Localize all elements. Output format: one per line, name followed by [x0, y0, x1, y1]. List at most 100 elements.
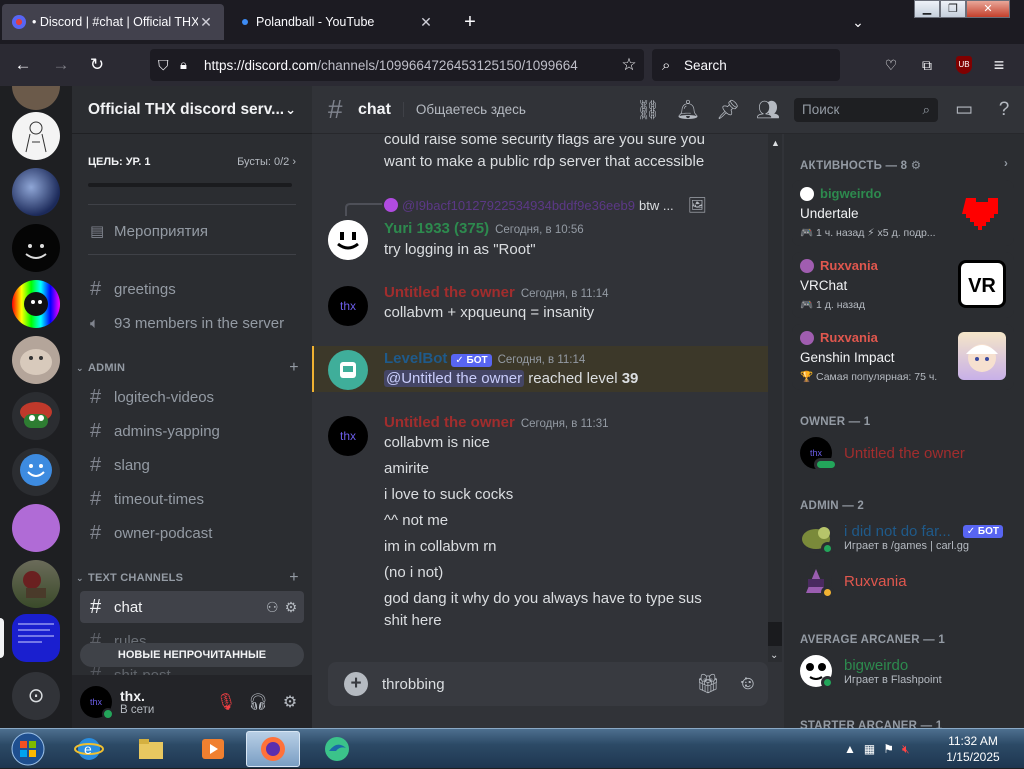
- show-hidden-icons-icon[interactable]: ▲: [844, 742, 856, 756]
- avatar[interactable]: thx: [328, 416, 368, 456]
- category-admin[interactable]: ⌄ ADMIN +: [76, 359, 304, 377]
- bookmark-star-icon[interactable]: ☆: [614, 55, 644, 75]
- message-composer[interactable]: + throbbing 🎁︎ ☺: [328, 662, 768, 706]
- close-tab-icon[interactable]: ✕: [418, 14, 434, 31]
- internet-explorer-icon[interactable]: e: [62, 731, 116, 767]
- channel-timeout-times[interactable]: # timeout-times: [80, 483, 304, 515]
- add-channel-icon[interactable]: +: [284, 359, 304, 377]
- server-icon[interactable]: [12, 504, 60, 552]
- server-icon[interactable]: [12, 86, 60, 110]
- lock-icon[interactable]: 🔒︎: [180, 57, 204, 73]
- pin-icon[interactable]: 📌︎: [708, 98, 748, 122]
- file-explorer-icon[interactable]: [124, 731, 178, 767]
- channel-owner-podcast[interactable]: # owner-podcast: [80, 517, 304, 549]
- list-all-tabs-button[interactable]: ⌄: [846, 10, 870, 34]
- help-icon[interactable]: ?: [984, 99, 1024, 121]
- author-name[interactable]: Untitled the owner: [384, 414, 515, 431]
- discover-icon[interactable]: ⊙: [12, 672, 60, 720]
- channel-slang[interactable]: # slang: [80, 449, 304, 481]
- chevron-right-icon[interactable]: ›: [1004, 158, 1008, 172]
- server-icon-current[interactable]: [12, 614, 60, 662]
- author-name[interactable]: Untitled the owner: [384, 284, 515, 301]
- headphones-icon[interactable]: 🎧︎: [246, 692, 270, 712]
- attach-plus-icon[interactable]: +: [344, 672, 368, 696]
- extensions-icon[interactable]: ⧉: [916, 54, 938, 76]
- user-info[interactable]: thx. В сети: [120, 688, 214, 716]
- activity-card[interactable]: bigweirdo Undertale 🎮 1 ч. назад ⚡ x5 д.…: [792, 180, 1014, 246]
- media-player-icon[interactable]: [186, 731, 240, 767]
- gift-icon[interactable]: 🎁︎: [688, 672, 728, 696]
- inbox-icon[interactable]: ▭: [944, 98, 984, 121]
- events-item[interactable]: ▤ Мероприятия: [80, 215, 304, 247]
- tracking-shield-icon[interactable]: ⛉: [158, 57, 180, 74]
- user-mention[interactable]: @Untitled the owner: [384, 370, 525, 387]
- reload-button[interactable]: ↻: [84, 53, 110, 77]
- channel-search-input[interactable]: Поиск ⌕: [794, 97, 938, 122]
- edge-icon[interactable]: [310, 731, 364, 767]
- web-search-input[interactable]: ⌕ Search: [652, 49, 840, 81]
- category-text-channels[interactable]: ⌄ TEXT CHANNELS +: [76, 569, 304, 587]
- scrollbar-thumb[interactable]: [768, 622, 782, 646]
- activity-header[interactable]: АКТИВНОСТЬ — 8 ⚙ ›: [800, 158, 1008, 172]
- channel-greetings[interactable]: # greetings: [80, 273, 304, 305]
- author-name[interactable]: LevelBot: [384, 350, 447, 367]
- member-item[interactable]: thx Untitled the owner: [792, 432, 1016, 474]
- voice-channel-members[interactable]: 🔈︎ 93 members in the server: [80, 307, 304, 339]
- activity-card[interactable]: Ruxvania VRChat 🎮 1 д. назад VR: [792, 252, 1014, 318]
- scroll-down-icon[interactable]: ⌄: [770, 650, 778, 661]
- avatar[interactable]: thx: [80, 685, 114, 720]
- ublock-icon[interactable]: UB: [956, 56, 972, 74]
- taskbar-clock[interactable]: 11:32 AM 1/15/2025: [940, 733, 1006, 765]
- new-tab-button[interactable]: +: [458, 10, 482, 34]
- channel-logitech-videos[interactable]: # logitech-videos: [80, 381, 304, 413]
- author-name[interactable]: Yuri 1933 (375): [384, 220, 489, 237]
- avatar[interactable]: thx: [328, 286, 368, 326]
- firefox-taskbar-button[interactable]: [246, 731, 300, 767]
- user-settings-icon[interactable]: ⚙: [278, 692, 302, 712]
- back-button[interactable]: ←: [10, 53, 36, 77]
- server-header[interactable]: Official THX discord serv... ⌄: [72, 86, 312, 134]
- message-input[interactable]: throbbing: [382, 676, 688, 693]
- server-icon[interactable]: [12, 168, 60, 216]
- scroll-up-icon[interactable]: ▲: [771, 138, 780, 148]
- pocket-icon[interactable]: ♡: [880, 54, 902, 76]
- members-icon[interactable]: 👥︎: [748, 98, 788, 122]
- member-item[interactable]: i did not do far... ✓ БОТ Играет в /games…: [792, 516, 1016, 558]
- url-text[interactable]: https://discord.com/channels/10996647264…: [204, 58, 614, 73]
- close-window-button[interactable]: ✕: [966, 0, 1010, 18]
- threads-icon[interactable]: ⛓: [628, 98, 668, 122]
- channel-topic[interactable]: Общаетесь здесь: [402, 102, 628, 117]
- maximize-button[interactable]: ❐: [940, 0, 966, 18]
- volume-muted-icon[interactable]: 🔇︎: [902, 742, 910, 757]
- menu-icon[interactable]: ≡: [988, 54, 1010, 76]
- reply-preview[interactable]: @I9bacf10127922534934bddf9e36eeb9 btw ..…: [384, 196, 707, 214]
- server-icon[interactable]: [12, 560, 60, 608]
- avatar[interactable]: [328, 350, 368, 390]
- minimize-button[interactable]: ▁: [914, 0, 940, 18]
- gear-icon[interactable]: ⚙: [285, 599, 298, 616]
- bell-icon[interactable]: 🔔︎: [668, 98, 708, 122]
- close-tab-icon[interactable]: ✕: [198, 14, 214, 31]
- boost-goal[interactable]: ЦЕЛЬ: УР. 1 Бусты: 0/2 ›: [88, 156, 296, 168]
- server-icon[interactable]: [12, 112, 60, 160]
- url-bar[interactable]: ⛉ 🔒︎ https://discord.com/channels/109966…: [150, 49, 644, 81]
- forward-button[interactable]: →: [48, 53, 74, 77]
- apps-icon[interactable]: ⁘: [734, 672, 758, 696]
- channel-admins-yapping[interactable]: # admins-yapping: [80, 415, 304, 447]
- network-icon[interactable]: ▦: [864, 742, 875, 756]
- flag-icon[interactable]: ⚑: [883, 742, 894, 756]
- mic-muted-icon[interactable]: 🎙︎: [214, 692, 238, 712]
- server-icon[interactable]: [12, 448, 60, 496]
- activity-card[interactable]: Ruxvania Genshin Impact 🏆 Самая популярн…: [792, 324, 1014, 390]
- server-icon[interactable]: [12, 224, 60, 272]
- member-item[interactable]: Ruxvania: [792, 560, 1016, 602]
- message-scrollbar[interactable]: ▲ ⌄: [768, 134, 782, 662]
- server-icon[interactable]: [12, 392, 60, 440]
- new-unreads-pill[interactable]: НОВЫЕ НЕПРОЧИТАННЫЕ: [80, 643, 304, 667]
- tab-discord[interactable]: • Discord | #chat | Official THX ✕: [2, 4, 224, 40]
- avatar[interactable]: [328, 220, 368, 260]
- member-item[interactable]: bigweirdo Играет в Flashpoint: [792, 650, 1016, 692]
- server-icon[interactable]: [12, 280, 60, 328]
- add-channel-icon[interactable]: +: [284, 569, 304, 587]
- tab-youtube[interactable]: Polandball - YouTube ✕: [232, 4, 444, 40]
